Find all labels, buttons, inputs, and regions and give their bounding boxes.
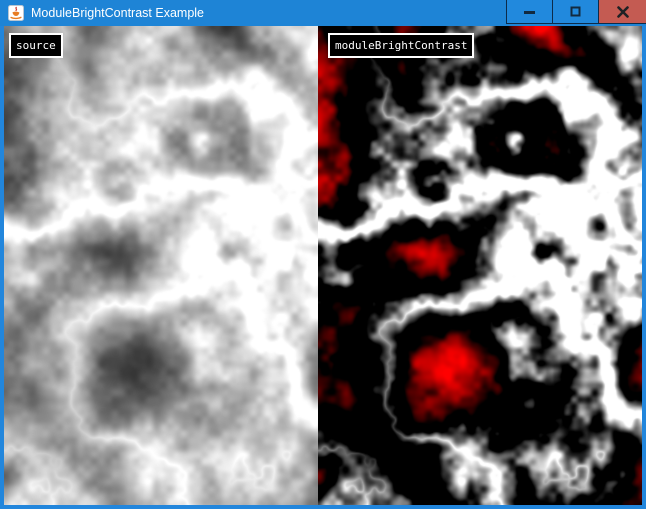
source-image-panel: source	[4, 26, 318, 505]
result-image-label: moduleBrightContrast	[328, 33, 474, 58]
caption-buttons	[506, 0, 646, 24]
window-title: ModuleBrightContrast Example	[31, 0, 204, 26]
minimize-button[interactable]	[506, 0, 552, 24]
window-frame: ModuleBrightContrast Example source	[0, 0, 646, 509]
result-image-panel: moduleBrightContrast	[318, 26, 642, 505]
result-image-canvas	[318, 26, 642, 505]
maximize-button[interactable]	[552, 0, 598, 24]
close-icon	[617, 6, 629, 18]
minimize-icon	[524, 7, 536, 17]
java-icon	[8, 5, 24, 21]
close-button[interactable]	[598, 0, 646, 24]
source-image-canvas	[4, 26, 318, 505]
maximize-icon	[570, 6, 581, 17]
content-area: source moduleBrightContrast	[4, 26, 642, 505]
source-image-label: source	[9, 33, 63, 58]
title-bar[interactable]: ModuleBrightContrast Example	[0, 0, 646, 26]
